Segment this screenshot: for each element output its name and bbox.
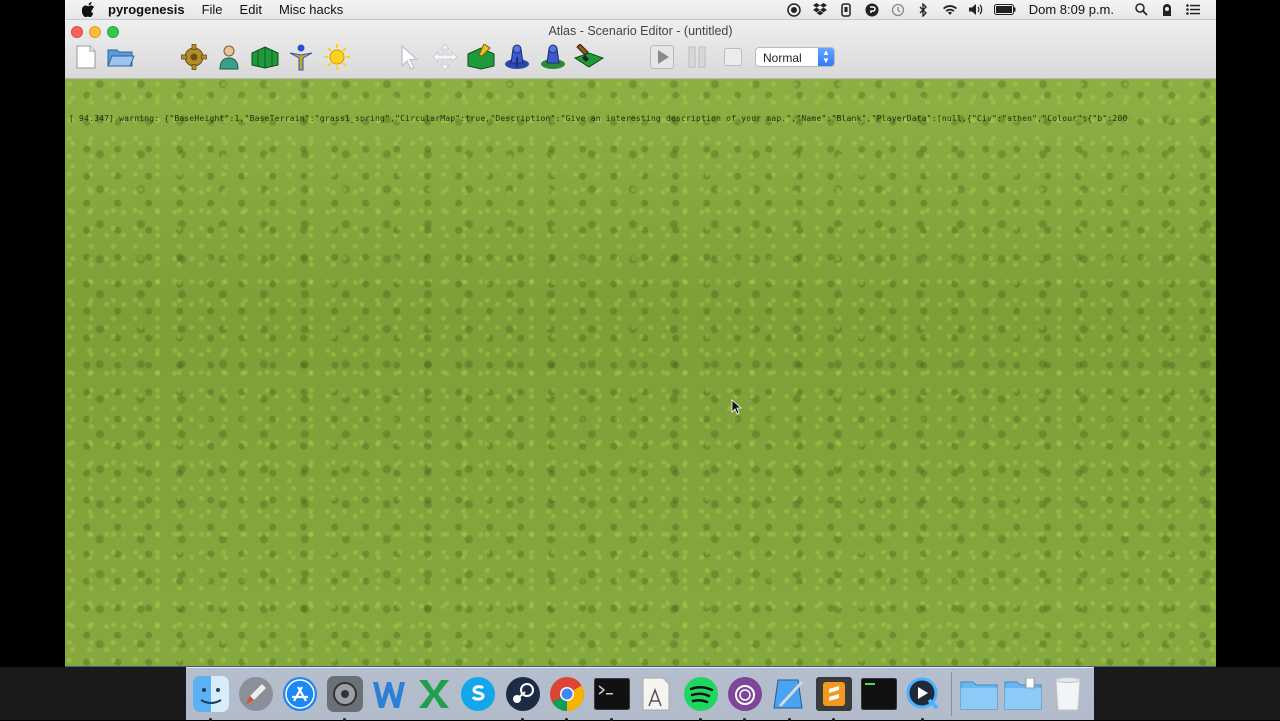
dropbox-icon[interactable]	[812, 3, 828, 17]
volume-icon[interactable]	[968, 3, 984, 17]
screen-margin-left	[0, 667, 186, 720]
tor-onion-icon	[728, 677, 762, 711]
apple-logo-icon[interactable]	[81, 2, 96, 18]
script-editor-icon	[642, 677, 670, 711]
spotify-icon	[683, 677, 718, 711]
new-map-button[interactable]	[71, 42, 101, 72]
chrome-icon	[550, 677, 584, 711]
smooth-terrain-tool-icon[interactable]	[574, 42, 604, 72]
record-icon[interactable]	[786, 2, 802, 17]
dock	[186, 667, 1094, 721]
dock-spotify[interactable]	[682, 675, 720, 721]
player-object-tool-icon[interactable]	[538, 42, 568, 72]
battery-icon[interactable]	[993, 3, 1016, 17]
place-object-tool-icon[interactable]	[502, 42, 532, 72]
window-title: Atlas - Scenario Editor - (untitled)	[548, 24, 733, 38]
environment-sun-icon[interactable]	[322, 42, 352, 72]
dock-sublime-text[interactable]	[815, 675, 853, 721]
open-map-button[interactable]	[106, 42, 136, 72]
dock-trash[interactable]	[1049, 675, 1087, 713]
menu-edit[interactable]: Edit	[240, 2, 262, 17]
status-tray: Dom 8:09 p.m.	[781, 0, 1216, 20]
sublime-text-icon	[816, 677, 852, 711]
stop-simulation-button[interactable]	[718, 42, 748, 72]
select-cursor-tool-icon[interactable]	[395, 42, 425, 72]
xcode-icon	[772, 679, 803, 709]
notification-center-icon[interactable]	[1185, 3, 1201, 17]
launchpad-rocket-icon	[238, 677, 273, 711]
trash-icon	[1054, 677, 1081, 711]
steam-icon	[505, 677, 540, 711]
move-tool-icon[interactable]	[430, 42, 460, 72]
dock-tor-browser[interactable]	[726, 675, 764, 721]
map-settings-gear-icon[interactable]	[179, 42, 209, 72]
menu-file[interactable]: File	[202, 2, 223, 17]
atlas-editor-window: Atlas - Scenario Editor - (untitled) Nor…	[65, 20, 1216, 666]
finder-icon	[193, 676, 229, 712]
skype-icon	[461, 677, 495, 711]
dock-finder[interactable]	[192, 675, 230, 721]
terrain-tool-icon[interactable]	[250, 42, 280, 72]
app-menu[interactable]: pyrogenesis	[108, 2, 185, 17]
dock-app-store[interactable]	[281, 675, 319, 713]
dock-xcode[interactable]	[771, 675, 809, 721]
usb-device-icon[interactable]	[838, 2, 854, 17]
actor-viewer-icon[interactable]	[286, 42, 316, 72]
dock-terminal[interactable]	[593, 675, 631, 721]
mouse-pointer-icon	[731, 399, 743, 415]
dock-steam[interactable]	[504, 675, 542, 721]
menubar-clock[interactable]: Dom 8:09 p.m.	[1029, 2, 1114, 17]
menu-bar: pyrogenesis File Edit Misc hacks Dom 8:0…	[65, 0, 1216, 20]
user-account-icon[interactable]	[1159, 3, 1175, 17]
dock-skype[interactable]	[459, 675, 497, 713]
play-simulation-button[interactable]	[647, 42, 677, 72]
dock-separator	[950, 672, 952, 716]
dock-quicktime[interactable]	[904, 675, 942, 721]
screen-margin-right	[1094, 667, 1280, 720]
console-warning-line: [ 94.347] warning: {"BaseHeight":1,"Base…	[69, 114, 1128, 123]
window-titlebar-toolbar: Atlas - Scenario Editor - (untitled) Nor…	[65, 20, 1216, 79]
dock-exec-terminal[interactable]	[860, 675, 898, 713]
paint-terrain-tool-icon[interactable]	[466, 42, 496, 72]
wifi-icon[interactable]	[942, 3, 958, 17]
bluetooth-icon[interactable]	[916, 2, 932, 17]
excel-icon	[418, 680, 449, 708]
vpn-icon[interactable]	[864, 3, 880, 17]
downloads-folder-icon	[1004, 678, 1042, 710]
dock-excel[interactable]	[415, 675, 453, 713]
simulation-speed-select[interactable]: Normal ▲ ▼	[755, 47, 835, 67]
map-viewport[interactable]: [ 94.347] warning: {"BaseHeight":1,"Base…	[65, 79, 1216, 666]
dock-word[interactable]	[370, 675, 408, 713]
time-machine-icon[interactable]	[890, 3, 906, 17]
dock-applications-folder[interactable]	[960, 675, 998, 713]
dock-launchpad[interactable]	[237, 675, 275, 713]
dock-chrome[interactable]	[548, 675, 586, 721]
menu-misc-hacks[interactable]: Misc hacks	[279, 2, 343, 17]
dock-system-preferences[interactable]	[326, 675, 364, 721]
system-preferences-gear-icon	[326, 676, 363, 712]
folder-icon	[960, 681, 997, 710]
spotlight-search-icon[interactable]	[1133, 3, 1149, 17]
dock-script-editor[interactable]	[637, 675, 675, 713]
select-chevron-icon: ▲ ▼	[818, 48, 834, 66]
quicktime-icon	[906, 677, 939, 710]
exec-terminal-icon	[860, 678, 897, 710]
simulation-speed-value: Normal	[763, 51, 802, 65]
dock-downloads-folder[interactable]	[1004, 675, 1042, 713]
terminal-icon	[593, 678, 630, 710]
pause-simulation-button[interactable]	[682, 42, 712, 72]
app-store-icon	[283, 677, 317, 711]
word-icon	[373, 682, 405, 708]
player-settings-icon[interactable]	[214, 42, 244, 72]
